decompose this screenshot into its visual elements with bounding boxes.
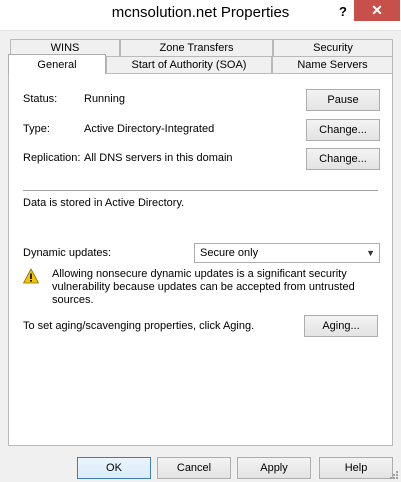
help-icon[interactable]: ? — [334, 2, 352, 22]
apply-button[interactable]: Apply — [237, 457, 311, 479]
type-value: Active Directory-Integrated — [84, 123, 215, 135]
aging-button[interactable]: Aging... — [304, 315, 378, 337]
dialog-body: WINS Zone Transfers Security General Sta… — [0, 30, 401, 482]
tab-zone-transfers[interactable]: Zone Transfers — [120, 39, 273, 56]
tab-general[interactable]: General — [8, 54, 106, 74]
pause-button[interactable]: Pause — [306, 89, 380, 111]
type-change-button[interactable]: Change... — [306, 119, 380, 141]
title-bar: mcnsolution.net Properties ? ✕ — [0, 0, 401, 30]
ok-button[interactable]: OK — [77, 457, 151, 479]
replication-change-button[interactable]: Change... — [306, 148, 380, 170]
warning-icon — [23, 268, 39, 284]
status-label: Status: — [23, 93, 58, 105]
dynamic-updates-select[interactable]: Secure only ▼ — [194, 243, 380, 263]
chevron-down-icon: ▼ — [366, 248, 375, 258]
replication-value: All DNS servers in this domain — [84, 152, 233, 164]
type-label: Type: — [23, 123, 50, 135]
close-button[interactable]: ✕ — [354, 0, 400, 21]
replication-label: Replication: — [23, 152, 81, 164]
help-button[interactable]: Help — [319, 457, 393, 479]
aging-description: To set aging/scavenging properties, clic… — [23, 320, 255, 332]
cancel-button[interactable]: Cancel — [157, 457, 231, 479]
general-tab-panel: Status: Running Pause Type: Active Direc… — [8, 73, 393, 446]
separator — [23, 190, 378, 191]
warning-message: Allowing nonsecure dynamic updates is a … — [52, 268, 355, 306]
dynamic-updates-label: Dynamic updates: — [23, 247, 112, 259]
status-value: Running — [84, 93, 125, 105]
dynamic-updates-value: Secure only — [200, 247, 259, 259]
storage-info: Data is stored in Active Directory. — [23, 197, 185, 209]
tab-security[interactable]: Security — [273, 39, 393, 56]
resize-grip-icon[interactable] — [389, 470, 399, 480]
tab-name-servers[interactable]: Name Servers — [272, 56, 393, 73]
tab-start-of-authority[interactable]: Start of Authority (SOA) — [106, 56, 272, 73]
